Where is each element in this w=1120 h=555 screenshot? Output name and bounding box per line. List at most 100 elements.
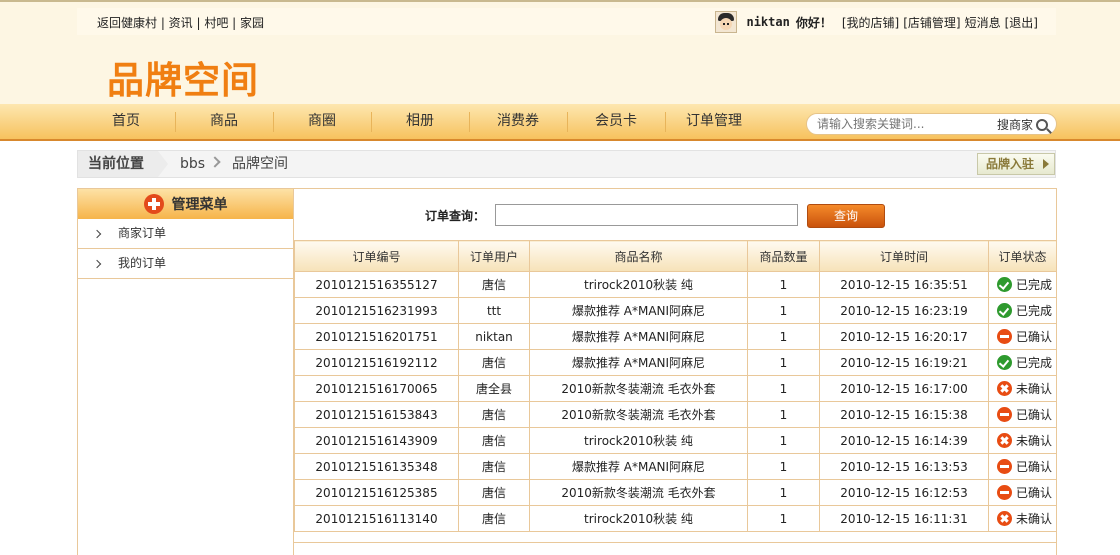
- order-query-bar: 订单查询： 查询: [294, 189, 1056, 240]
- table-row[interactable]: 2010121516113140 唐信 trirock2010秋装 纯 1 2010-1…: [294, 505, 1057, 532]
- cross-icon: [997, 433, 1012, 448]
- shop-manage-link[interactable]: [店铺管理]: [903, 14, 960, 31]
- sidebar-item-label: 我的订单: [118, 256, 167, 270]
- order-user-cell: 唐信: [458, 453, 530, 480]
- search-icon: [1036, 118, 1048, 131]
- order-status-cell: 已完成: [988, 271, 1057, 298]
- status-text: 已确认: [1016, 330, 1053, 344]
- quantity-cell: 1: [747, 505, 820, 532]
- product-name-cell: 2010新款冬装潮流 毛衣外套: [529, 401, 748, 428]
- search-box: 搜商家: [806, 113, 1057, 135]
- search-button[interactable]: 搜商家: [997, 116, 1048, 133]
- site-logo[interactable]: 品牌空间: [107, 50, 259, 104]
- status-text: 已完成: [1016, 278, 1053, 292]
- status-text: 未确认: [1016, 382, 1053, 396]
- quantity-cell: 1: [747, 349, 820, 376]
- order-time-cell: 2010-12-15 16:23:19: [819, 297, 989, 324]
- minus-icon: [997, 329, 1012, 344]
- quantity-cell: 1: [747, 271, 820, 298]
- table-row[interactable]: 2010121516192112 唐信 爆款推荐 A*MANI阿麻尼 1 2010-12…: [294, 349, 1057, 376]
- brand-join-button[interactable]: 品牌入驻: [977, 153, 1055, 175]
- sidebar-title: 管理菜单: [171, 197, 228, 213]
- quantity-cell: 1: [747, 453, 820, 480]
- messages-link[interactable]: 短消息: [965, 14, 1001, 31]
- table-header-row: 订单编号 订单用户 商品名称 商品数量 订单时间 订单状态: [294, 240, 1057, 272]
- sidebar-item-merchant-orders[interactable]: 商家订单: [78, 219, 293, 249]
- user-area: niktan 你好！ [我的店铺] [店铺管理] 短消息 [退出]: [715, 11, 1042, 33]
- order-status-cell: 未确认: [988, 427, 1057, 454]
- breadcrumb-arrow-icon: [158, 151, 168, 177]
- nav-home[interactable]: 首页: [77, 104, 175, 139]
- order-id-cell: 2010121516231993: [294, 297, 459, 324]
- order-user-cell: niktan: [458, 323, 530, 350]
- minus-icon: [997, 459, 1012, 474]
- order-user-cell: 唐信: [458, 271, 530, 298]
- order-query-input[interactable]: [495, 204, 798, 226]
- table-row[interactable]: 2010121516231993 ttt 爆款推荐 A*MANI阿麻尼 1 2010-1…: [294, 297, 1057, 324]
- order-time-cell: 2010-12-15 16:17:00: [819, 375, 989, 402]
- status-text: 未确认: [1016, 512, 1053, 526]
- chevron-right-icon: [92, 229, 102, 239]
- my-shop-link[interactable]: [我的店铺]: [842, 14, 899, 31]
- search-button-label: 搜商家: [996, 118, 1033, 132]
- order-time-cell: 2010-12-15 16:15:38: [819, 401, 989, 428]
- table-row[interactable]: 2010121516201751 niktan 爆款推荐 A*MANI阿麻尼 1 201…: [294, 323, 1057, 350]
- order-user-cell: 唐信: [458, 505, 530, 532]
- nav-coupons[interactable]: 消费券: [469, 104, 567, 139]
- chevron-right-icon: [92, 259, 102, 269]
- order-id-cell: 2010121516125385: [294, 479, 459, 506]
- order-id-cell: 2010121516201751: [294, 323, 459, 350]
- username: niktan: [746, 15, 790, 29]
- status-text: 已完成: [1016, 356, 1053, 370]
- breadcrumb-bbs[interactable]: bbs: [180, 151, 205, 177]
- order-id-cell: 2010121516192112: [294, 349, 459, 376]
- logout-link[interactable]: [退出]: [1005, 14, 1038, 31]
- order-time-cell: 2010-12-15 16:19:21: [819, 349, 989, 376]
- table-row[interactable]: 2010121516170065 唐全县 2010新款冬装潮流 毛衣外套 1 2010-…: [294, 375, 1057, 402]
- sidebar-item-my-orders[interactable]: 我的订单: [78, 249, 293, 279]
- product-name-cell: trirock2010秋装 纯: [529, 271, 748, 298]
- quantity-cell: 1: [747, 401, 820, 428]
- nav-order-manage[interactable]: 订单管理: [665, 104, 763, 139]
- table-row[interactable]: 2010121516153843 唐信 2010新款冬装潮流 毛衣外套 1 2010-1…: [294, 401, 1057, 428]
- table-row[interactable]: 2010121516125385 唐信 2010新款冬装潮流 毛衣外套 1 2010-1…: [294, 479, 1057, 506]
- cross-icon: [997, 511, 1012, 526]
- product-name-cell: 爆款推荐 A*MANI阿麻尼: [529, 349, 748, 376]
- col-quantity: 商品数量: [747, 240, 820, 272]
- breadcrumb: 当前位置 bbs 品牌空间 品牌入驻: [77, 150, 1056, 178]
- order-id-cell: 2010121516113140: [294, 505, 459, 532]
- nav-business-circle[interactable]: 商圈: [273, 104, 371, 139]
- col-order-id: 订单编号: [294, 240, 459, 272]
- order-id-cell: 2010121516143909: [294, 427, 459, 454]
- top-links[interactable]: 返回健康村 | 资讯 | 村吧 | 家园: [97, 14, 264, 31]
- nav-albums[interactable]: 相册: [371, 104, 469, 139]
- order-status-cell: 已确认: [988, 479, 1057, 506]
- main-nav: 首页 商品 商圈 相册 消费券 会员卡 订单管理 搜商家: [0, 104, 1120, 141]
- nav-member-card[interactable]: 会员卡: [567, 104, 665, 139]
- order-status-cell: 已完成: [988, 297, 1057, 324]
- product-name-cell: 爆款推荐 A*MANI阿麻尼: [529, 297, 748, 324]
- minus-icon: [997, 485, 1012, 500]
- breadcrumb-brand-space: 品牌空间: [232, 156, 288, 172]
- status-text: 已确认: [1016, 486, 1053, 500]
- product-name-cell: 爆款推荐 A*MANI阿麻尼: [529, 453, 748, 480]
- quantity-cell: 1: [747, 479, 820, 506]
- table-row[interactable]: 2010121516355127 唐信 trirock2010秋装 纯 1 2010-1…: [294, 271, 1057, 298]
- order-id-cell: 2010121516355127: [294, 271, 459, 298]
- top-edge: [0, 0, 1120, 2]
- nav-products[interactable]: 商品: [175, 104, 273, 139]
- order-time-cell: 2010-12-15 16:20:17: [819, 323, 989, 350]
- status-text: 已确认: [1016, 460, 1053, 474]
- order-query-label: 订单查询：: [425, 209, 486, 223]
- table-row[interactable]: 2010121516135348 唐信 爆款推荐 A*MANI阿麻尼 1 2010-12…: [294, 453, 1057, 480]
- order-user-cell: 唐信: [458, 349, 530, 376]
- minus-icon: [997, 407, 1012, 422]
- cross-icon: [997, 381, 1012, 396]
- search-input[interactable]: [817, 116, 982, 132]
- order-user-cell: 唐信: [458, 401, 530, 428]
- query-button[interactable]: 查询: [807, 204, 885, 228]
- table-row[interactable]: 2010121516143909 唐信 trirock2010秋装 纯 1 2010-1…: [294, 427, 1057, 454]
- order-user-cell: 唐信: [458, 479, 530, 506]
- order-time-cell: 2010-12-15 16:35:51: [819, 271, 989, 298]
- order-user-cell: ttt: [458, 297, 530, 324]
